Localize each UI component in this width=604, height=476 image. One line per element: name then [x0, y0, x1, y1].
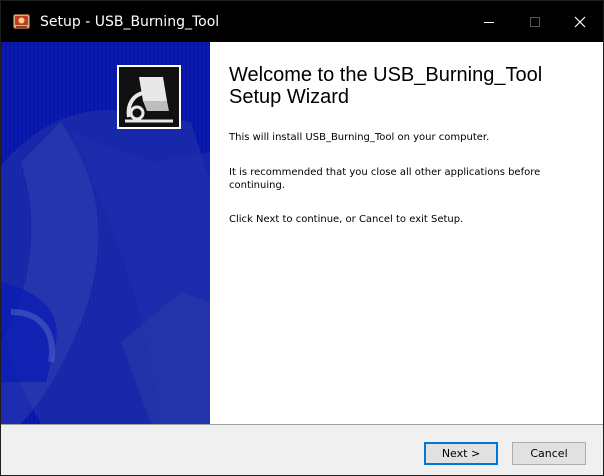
- maximize-icon: [530, 16, 540, 27]
- close-icon: [574, 16, 586, 27]
- minimize-button[interactable]: [466, 1, 512, 42]
- setup-app-icon: [13, 13, 30, 30]
- close-button[interactable]: [557, 1, 603, 42]
- install-description: This will install USB_Burning_Tool on yo…: [229, 132, 490, 143]
- wizard-sidebar-image: [1, 42, 210, 424]
- minimize-icon: [484, 21, 494, 23]
- maximize-button: [512, 1, 558, 42]
- wizard-footer: Next > Cancel: [1, 424, 603, 475]
- close-apps-recommendation: It is recommended that you close all oth…: [229, 167, 541, 191]
- setup-window: Setup - USB_Burning_Tool Welcome to the …: [0, 0, 604, 476]
- continue-instruction: Click Next to continue, or Cancel to exi…: [229, 214, 464, 225]
- next-button[interactable]: Next >: [424, 442, 498, 465]
- title-bar[interactable]: Setup - USB_Burning_Tool: [1, 1, 603, 42]
- usb-burning-tool-logo-icon: [117, 65, 181, 129]
- wizard-content: Welcome to the USB_Burning_Tool Setup Wi…: [210, 42, 603, 424]
- page-title: Welcome to the USB_Burning_Tool Setup Wi…: [229, 64, 543, 108]
- cancel-button[interactable]: Cancel: [512, 442, 586, 465]
- window-title: Setup - USB_Burning_Tool: [40, 14, 220, 30]
